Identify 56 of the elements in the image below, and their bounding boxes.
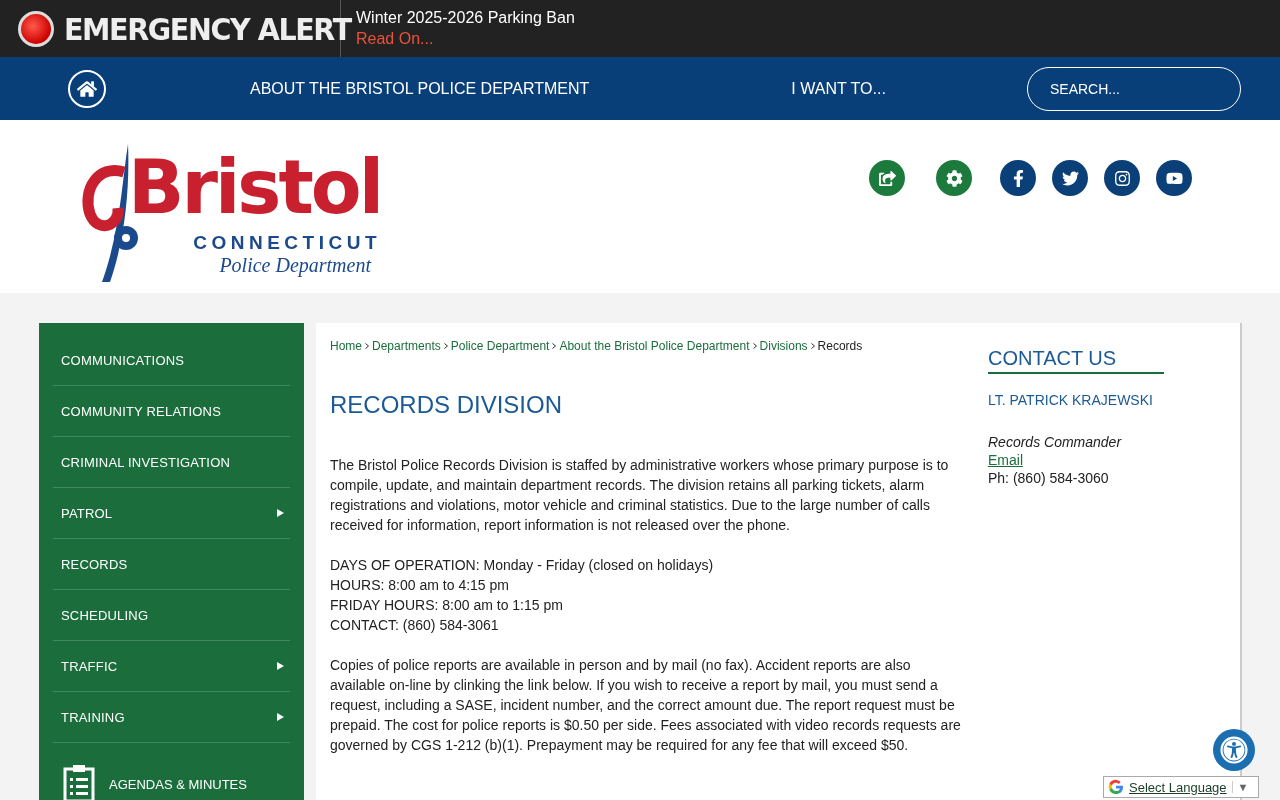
alert-title: Winter 2025-2026 Parking Ban bbox=[356, 9, 575, 27]
breadcrumb-link[interactable]: Police Department bbox=[450, 339, 550, 353]
sidebar-item[interactable]: RECORDS bbox=[53, 539, 290, 590]
facebook-icon[interactable] bbox=[1000, 160, 1036, 196]
agendas-link[interactable]: AGENDAS & MINUTES bbox=[53, 765, 290, 800]
nav-link[interactable]: I WANT TO... bbox=[791, 79, 886, 98]
breadcrumb-link[interactable]: About the Bristol Police Department bbox=[559, 339, 750, 353]
breadcrumb-separator-icon bbox=[752, 343, 757, 349]
submenu-arrow-icon bbox=[277, 713, 284, 721]
youtube-icon[interactable] bbox=[1156, 160, 1192, 196]
paragraph-text: Copies of police reports are available in person and by mail (no fax). Accident reports are also available on-line by clinking the link below. If you wish to receive a report by mail, you must send a request, including a SASE, incident number, and the correct amount due. The report request must be prepaid. The cost for police reports is $0.50 per side. Fees associated with video records requests are governed by CGS 1-212 (b)(1). Prepayment may be required for any fee that will exceed $50. bbox=[330, 656, 962, 755]
breadcrumb-separator-icon bbox=[552, 343, 557, 349]
paragraph-text: The Bristol Police Records Division is staffed by administrative workers whose primary purpose is to compile, update, and maintain department records. The division retains all parking tickets, alarm registrations and violations, motor vehicle and criminal statistics. Due to the large number of calls received for information, report information is not released over the phone. bbox=[330, 456, 950, 535]
email-link[interactable]: Email bbox=[988, 452, 1023, 468]
breadcrumb-link[interactable]: Departments bbox=[372, 339, 441, 353]
read-on-link[interactable]: Read On... bbox=[356, 30, 575, 48]
accessibility-button[interactable] bbox=[1213, 729, 1255, 771]
sidebar-item[interactable]: COMMUNICATIONS bbox=[53, 335, 290, 386]
instagram-icon[interactable] bbox=[1104, 160, 1140, 196]
contact-heading: CONTACT US bbox=[988, 347, 1164, 374]
google-logo-icon bbox=[1108, 779, 1124, 795]
paragraph-text: HOURS: 8:00 am to 4:15 pm bbox=[330, 576, 510, 595]
breadcrumb-link[interactable]: Home bbox=[330, 339, 362, 353]
submenu-arrow-icon bbox=[277, 509, 284, 517]
current-page-text: Records bbox=[817, 339, 863, 353]
breadcrumb-separator-icon bbox=[365, 343, 369, 349]
sidebar-item[interactable]: TRAFFIC bbox=[53, 641, 290, 692]
language-selector[interactable]: Select Language ▼ bbox=[1103, 776, 1259, 798]
sidebar-item[interactable]: PATROL bbox=[53, 488, 290, 539]
sidebar-item[interactable]: TRAINING bbox=[53, 692, 290, 743]
home-button[interactable] bbox=[68, 69, 106, 108]
sidebar-item[interactable]: CRIMINAL INVESTIGATION bbox=[53, 437, 290, 488]
breadcrumb-link[interactable]: Divisions bbox=[759, 339, 808, 353]
alert-light-icon bbox=[18, 10, 54, 47]
twitter-icon[interactable] bbox=[1052, 160, 1088, 196]
alert-label: EMERGENCY ALERT bbox=[64, 10, 351, 47]
sidebar-item[interactable]: SCHEDULING bbox=[53, 590, 290, 641]
paragraph-text: DAYS OF OPERATION: Monday - Friday (closed on holidays) bbox=[330, 556, 715, 575]
search-input[interactable]: SEARCH... bbox=[1048, 79, 1233, 98]
share-icon[interactable] bbox=[869, 160, 905, 196]
clipboard-icon bbox=[63, 765, 95, 800]
submenu-arrow-icon bbox=[277, 662, 284, 670]
paragraph-text: FRIDAY HOURS: 8:00 am to 1:15 pm bbox=[330, 596, 564, 615]
dropdown-caret[interactable]: ▼ bbox=[1231, 781, 1249, 793]
contact-phone: Ph: (860) 584-3060 bbox=[988, 470, 1110, 486]
contact-role: Records Commander bbox=[988, 434, 1123, 450]
page-title: RECORDS DIVISION bbox=[330, 391, 564, 419]
settings-icon[interactable] bbox=[936, 160, 972, 196]
select-language-link[interactable]: Select Language bbox=[1129, 779, 1227, 795]
home-icon bbox=[77, 78, 97, 99]
paragraph-text: CONTACT: (860) 584-3061 bbox=[330, 616, 500, 635]
nav-link[interactable]: ABOUT THE BRISTOL POLICE DEPARTMENT bbox=[250, 79, 590, 98]
sidebar-item[interactable]: COMMUNITY RELATIONS bbox=[53, 386, 290, 437]
contact-name: LT. PATRICK KRAJEWSKI bbox=[988, 392, 1154, 408]
breadcrumb-separator-icon bbox=[443, 343, 448, 349]
breadcrumb-separator-icon bbox=[810, 343, 815, 349]
